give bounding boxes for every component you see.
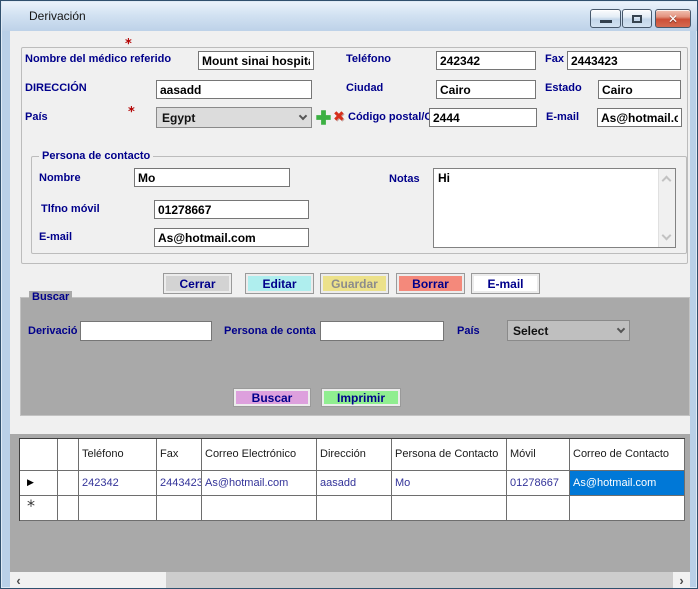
search-pais-label: País	[457, 325, 480, 337]
grid-cell[interactable]	[507, 496, 570, 521]
email-input[interactable]	[597, 108, 682, 127]
movil-label: Tlfno móvil	[41, 203, 100, 215]
notas-label: Notas	[389, 173, 420, 185]
scroll-right-icon[interactable]: ›	[673, 572, 690, 588]
grid-new-row-selector[interactable]: *	[20, 496, 58, 521]
telefono-input[interactable]	[436, 51, 536, 70]
required-icon: *	[125, 37, 132, 52]
grid-cell[interactable]: aasadd	[317, 471, 392, 496]
referred-doctor-input[interactable]	[198, 51, 314, 70]
imprimir-button[interactable]: Imprimir	[322, 389, 400, 406]
grid-cell[interactable]: 01278667	[507, 471, 570, 496]
codigo-postal-label: Código postal/C	[348, 111, 429, 123]
search-persona-label: Persona de conta	[224, 325, 316, 337]
grid-header-0[interactable]	[20, 439, 58, 471]
buscar-button[interactable]: Buscar	[234, 389, 310, 406]
search-pais-combobox[interactable]: Select	[507, 320, 630, 341]
editar-button[interactable]: Editar	[246, 274, 313, 293]
delete-country-icon[interactable]: ✖	[333, 110, 345, 124]
grid-cell[interactable]	[58, 496, 79, 521]
search-derivacion-input[interactable]	[80, 321, 212, 341]
email-label: E-mail	[546, 111, 579, 123]
notas-scrollbar[interactable]	[658, 169, 675, 247]
estado-input[interactable]	[598, 80, 681, 99]
grid-cell[interactable]	[58, 471, 79, 496]
grid-cell[interactable]	[157, 496, 202, 521]
pais-value: Egypt	[162, 111, 195, 125]
direccion-input[interactable]	[156, 80, 312, 99]
scroll-down-icon	[662, 231, 672, 241]
chevron-down-icon	[617, 325, 625, 333]
scroll-left-icon[interactable]: ‹	[10, 572, 27, 588]
close-button[interactable]: ✕	[655, 9, 691, 28]
contact-nombre-label: Nombre	[39, 172, 81, 184]
movil-input[interactable]	[154, 200, 309, 219]
contact-group-title: Persona de contacto	[39, 150, 153, 162]
form-area: * Nombre del médico referido Teléfono Fa…	[10, 31, 690, 588]
grid-cell[interactable]	[317, 496, 392, 521]
required-icon: *	[128, 105, 135, 120]
email-button[interactable]: E-mail	[472, 274, 539, 293]
referred-doctor-label: Nombre del médico referido	[25, 53, 171, 65]
grid-current-row-selector[interactable]: ▶	[20, 471, 58, 496]
search-persona-input[interactable]	[320, 321, 444, 341]
grid-cell[interactable]: 2443423	[157, 471, 202, 496]
estado-label: Estado	[545, 82, 582, 94]
contact-email-input[interactable]	[154, 228, 309, 247]
maximize-button[interactable]	[622, 9, 652, 28]
minimize-icon	[600, 20, 612, 23]
ciudad-label: Ciudad	[346, 82, 383, 94]
grid-header-8[interactable]: Correo de Contacto	[570, 439, 685, 471]
pais-combobox[interactable]: Egypt	[156, 107, 312, 128]
notas-value: Hi	[438, 171, 450, 185]
grid-header-2[interactable]: Teléfono	[79, 439, 157, 471]
scroll-up-icon	[662, 176, 672, 186]
cerrar-button[interactable]: Cerrar	[164, 274, 231, 293]
grid-header-3[interactable]: Fax	[157, 439, 202, 471]
results-grid: TeléfonoFaxCorreo ElectrónicoDirecciónPe…	[19, 438, 685, 521]
scrollbar-thumb[interactable]	[166, 572, 673, 588]
grid-header-7[interactable]: Móvil	[507, 439, 570, 471]
grid-cell[interactable]	[79, 496, 157, 521]
contact-nombre-input[interactable]	[134, 168, 290, 187]
minimize-button[interactable]	[590, 9, 621, 28]
grid-cell[interactable]	[570, 496, 685, 521]
maximize-icon	[632, 15, 642, 23]
notas-textarea[interactable]: Hi	[433, 168, 676, 248]
grid-header-5[interactable]: Dirección	[317, 439, 392, 471]
search-derivacion-label: Derivació	[28, 325, 78, 337]
chevron-down-icon	[299, 112, 307, 120]
fax-label: Fax	[545, 53, 564, 65]
grid-header-6[interactable]: Persona de Contacto	[392, 439, 507, 471]
grid-panel: TeléfonoFaxCorreo ElectrónicoDirecciónPe…	[10, 434, 690, 588]
search-panel: Buscar Derivació Persona de conta País S…	[20, 297, 690, 416]
ciudad-input[interactable]	[436, 80, 536, 99]
grid-header-4[interactable]: Correo Electrónico	[202, 439, 317, 471]
grid-cell[interactable]: As@hotmail.com	[202, 471, 317, 496]
horizontal-scrollbar[interactable]: ‹ ›	[10, 572, 690, 588]
grid-cell[interactable]	[392, 496, 507, 521]
contact-email-label: E-mail	[39, 231, 72, 243]
grid-cell[interactable]	[202, 496, 317, 521]
search-title: Buscar	[29, 291, 72, 303]
guardar-button[interactable]: Guardar	[321, 274, 388, 293]
telefono-label: Teléfono	[346, 53, 391, 65]
grid-header-1[interactable]	[58, 439, 79, 471]
search-pais-value: Select	[513, 324, 548, 338]
fax-input[interactable]	[567, 51, 681, 70]
codigo-postal-input[interactable]	[429, 108, 537, 127]
grid-cell[interactable]: As@hotmail.com	[570, 471, 685, 496]
borrar-button[interactable]: Borrar	[397, 274, 464, 293]
window-title: Derivación	[29, 9, 86, 23]
window-derivacion: Derivación ✕ * Nombre del médico referid…	[0, 0, 698, 589]
title-bar[interactable]: Derivación ✕	[2, 2, 698, 31]
close-icon: ✕	[668, 12, 678, 26]
direccion-label: DIRECCIÓN	[25, 82, 87, 94]
grid-cell[interactable]: 242342	[79, 471, 157, 496]
grid-cell[interactable]: Mo	[392, 471, 507, 496]
pais-label: País	[25, 111, 48, 123]
